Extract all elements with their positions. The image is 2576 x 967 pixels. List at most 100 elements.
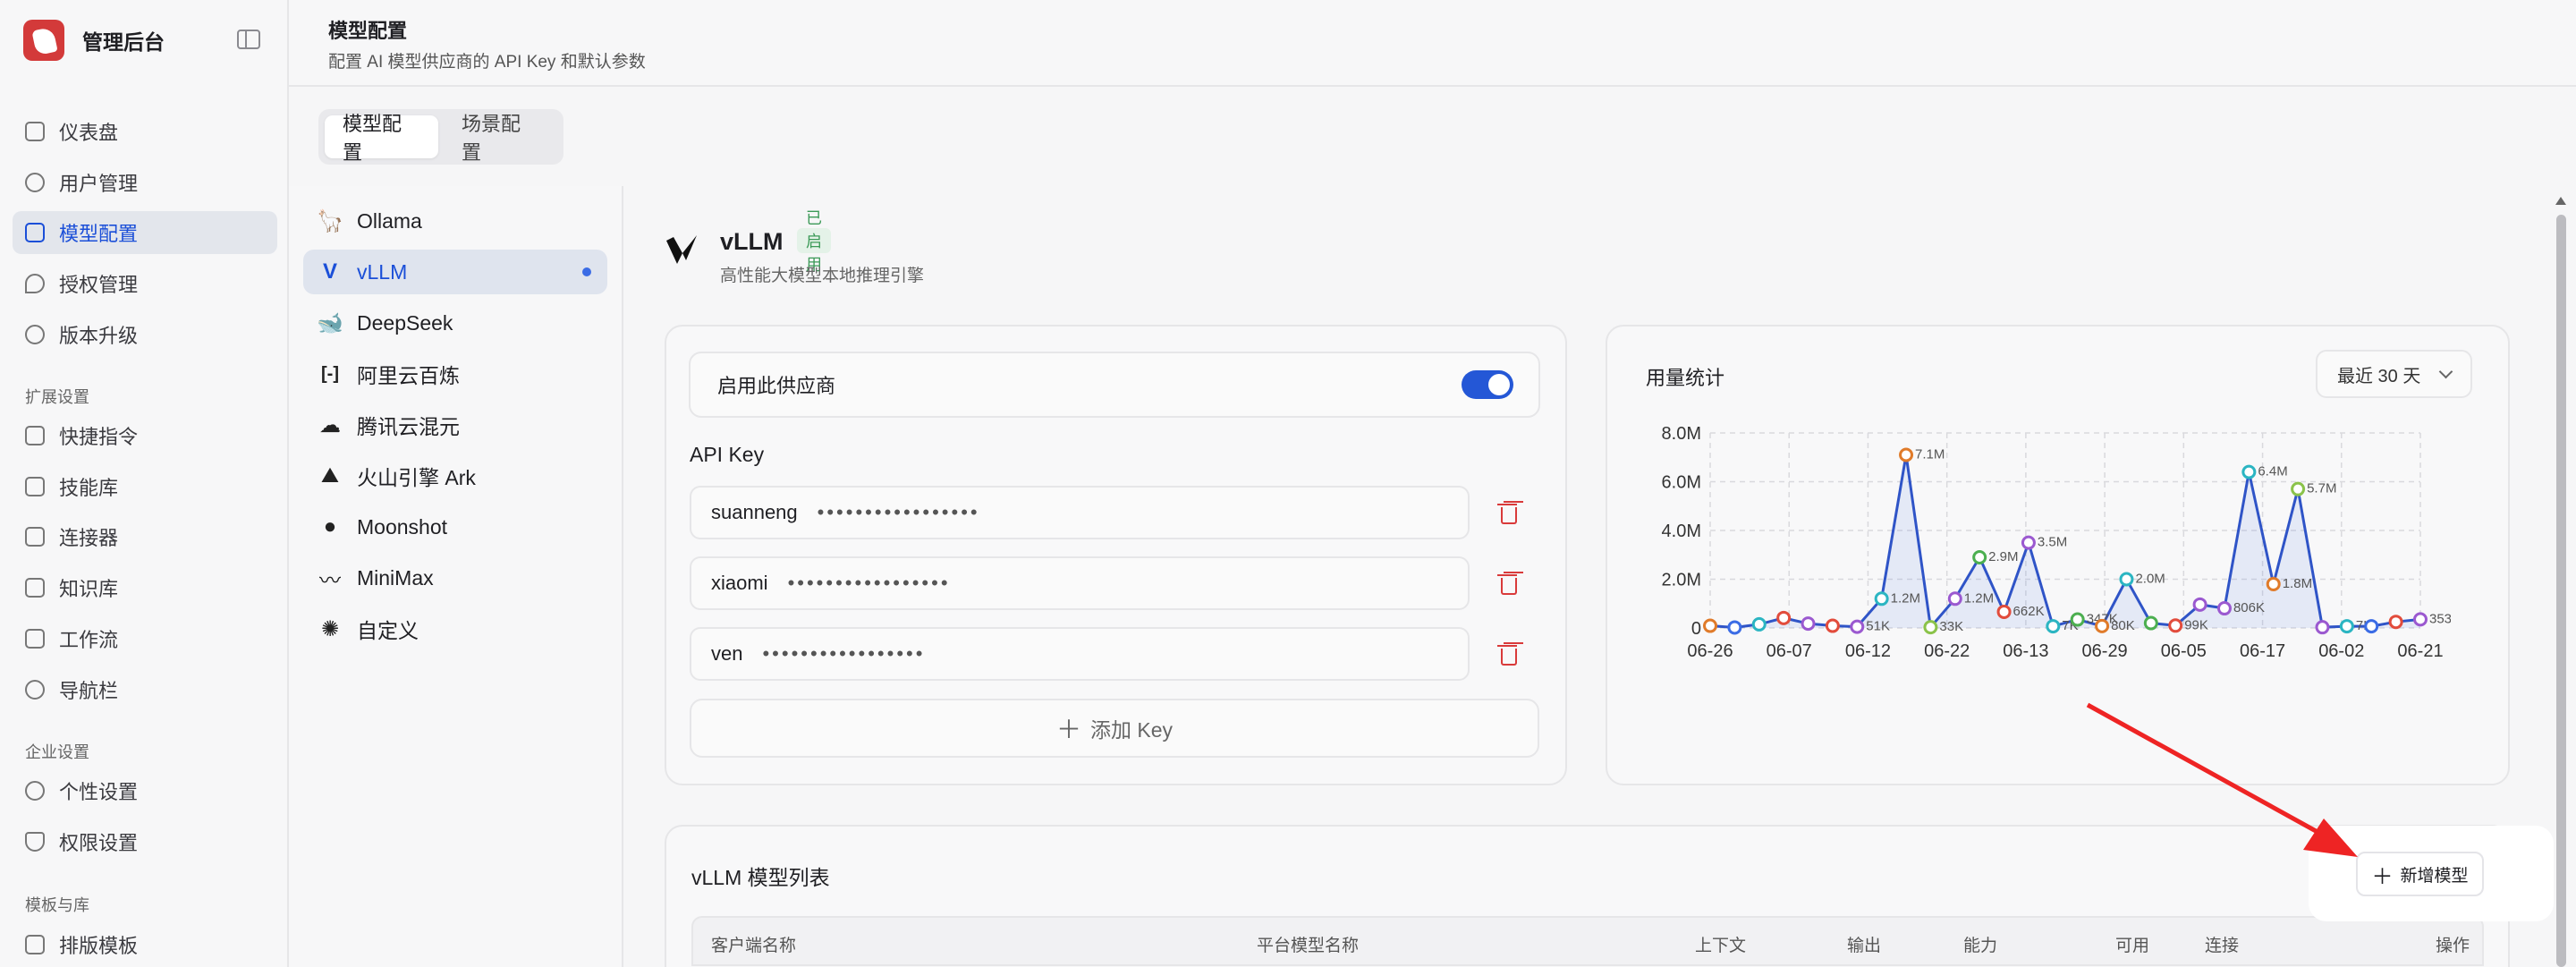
tab-scene-config[interactable]: 场景配置 — [444, 113, 557, 164]
sidebar-item-label: 版本升级 — [59, 325, 139, 347]
sidebar-item-navbar[interactable]: 导航栏 — [13, 668, 277, 711]
app-name: 管理后台 — [82, 30, 165, 54]
dashboard-icon — [25, 122, 45, 141]
data-label: 2.9M — [1988, 549, 2018, 564]
add-key-label: 添加 Key — [1089, 718, 1174, 742]
delete-key-icon[interactable] — [1497, 573, 1517, 595]
data-point — [1801, 616, 1816, 632]
data-label: 3.5M — [2038, 535, 2067, 550]
data-point — [1947, 591, 1962, 606]
y-tick-label: 2.0M — [1662, 571, 1701, 590]
x-tick-label: 06-07 — [1767, 641, 1812, 661]
provider-vllm[interactable]: VvLLM — [303, 250, 607, 294]
data-label: 2.0M — [2135, 572, 2165, 587]
column-header: 输出 — [1847, 937, 1882, 955]
data-label: 5.7M — [2307, 481, 2336, 496]
add-model-label: 新增模型 — [2400, 866, 2469, 886]
data-point — [1972, 549, 1987, 564]
sidebar-item-license[interactable]: 授权管理 — [13, 262, 277, 305]
data-point — [2216, 601, 2232, 616]
data-point — [2095, 618, 2110, 633]
vllm-logo-icon — [666, 235, 697, 264]
provider-minimax[interactable]: 〰 MiniMax — [303, 556, 607, 600]
add-key-button[interactable]: ＋ 添加 Key — [690, 699, 1539, 758]
scrollbar[interactable] — [2555, 195, 2567, 967]
sidebar-item-label: 个性设置 — [59, 781, 139, 803]
y-tick-label: 0 — [1691, 619, 1701, 639]
data-point — [2241, 464, 2257, 479]
data-point — [1825, 618, 1840, 633]
data-label: 1.2M — [1891, 590, 1920, 606]
api-key-row[interactable]: ven ••••••••••••••••• — [690, 627, 1470, 681]
data-label: 51K — [1866, 619, 1890, 634]
data-point — [2413, 612, 2428, 627]
data-point — [2046, 619, 2061, 634]
chip-icon — [25, 223, 45, 242]
delete-key-icon[interactable] — [1497, 502, 1517, 524]
sidebar-item-label: 技能库 — [59, 477, 119, 499]
cloud-icon: ☁ — [319, 412, 341, 437]
sidebar-toggle-icon[interactable] — [237, 30, 260, 49]
provider-aliyun[interactable]: [-] 阿里云百炼 — [303, 352, 607, 396]
enable-provider-switch[interactable] — [1462, 370, 1513, 399]
page-subtitle: 配置 AI 模型供应商的 API Key 和默认参数 — [328, 53, 646, 72]
api-key-row[interactable]: suanneng ••••••••••••••••• — [690, 486, 1470, 539]
column-header: 可用 — [2115, 937, 2150, 955]
sidebar-item-label: 授权管理 — [59, 274, 139, 296]
data-label: 1.8M — [2283, 576, 2312, 591]
app-logo-icon — [23, 20, 64, 61]
sidebar-item-model-config[interactable]: 模型配置 — [13, 211, 277, 254]
sidebar-item-dashboard[interactable]: 仪表盘 — [13, 110, 277, 153]
custom-icon: ✺ — [320, 616, 340, 641]
column-header: 连接 — [2205, 937, 2240, 955]
api-key-name: suanneng — [711, 501, 798, 523]
range-select[interactable]: 最近 30 天 — [2316, 350, 2472, 398]
sidebar-item-skills[interactable]: 技能库 — [13, 465, 277, 508]
delete-key-icon[interactable] — [1497, 643, 1517, 666]
plug-icon — [25, 527, 45, 547]
sidebar-item-shortcuts[interactable]: 快捷指令 — [13, 414, 277, 457]
sidebar-item-users[interactable]: 用户管理 — [13, 161, 277, 204]
data-point — [1874, 591, 1889, 606]
data-point — [2119, 572, 2134, 587]
usage-title: 用量统计 — [1646, 367, 1725, 389]
data-point — [1899, 447, 1914, 462]
users-icon — [25, 173, 45, 192]
data-point — [1996, 604, 2012, 619]
provider-custom[interactable]: ✺ 自定义 — [303, 606, 607, 651]
active-dot — [582, 267, 591, 276]
scrollbar-thumb[interactable] — [2556, 215, 2566, 967]
y-tick-label: 6.0M — [1662, 473, 1701, 493]
tab-bar: 模型配置 场景配置 — [318, 109, 564, 165]
sidebar-item-workflow[interactable]: 工作流 — [13, 617, 277, 660]
provider-ollama[interactable]: 🦙 Ollama — [303, 199, 607, 243]
sidebar-item-label: 用户管理 — [59, 173, 139, 195]
tab-model-config[interactable]: 模型配置 — [325, 113, 438, 164]
sidebar-item-connectors[interactable]: 连接器 — [13, 515, 277, 558]
provider-label: Ollama — [357, 208, 422, 233]
api-key-row[interactable]: xiaomi ••••••••••••••••• — [690, 556, 1470, 610]
status-badge: 已启用 — [797, 209, 831, 274]
key-icon — [25, 274, 45, 293]
page-title: 模型配置 — [328, 20, 408, 42]
layout-icon — [25, 935, 45, 954]
data-label: 33K — [1939, 619, 1963, 634]
data-label: 99K — [2184, 617, 2208, 632]
sidebar-item-permissions[interactable]: 权限设置 — [13, 820, 277, 863]
column-header: 上下文 — [1695, 937, 1747, 955]
provider-description: 高性能大模型本地推理引擎 — [720, 267, 925, 285]
provider-volcano[interactable]: ⛰ 火山引擎 Ark — [303, 454, 607, 498]
sidebar-item-knowledge[interactable]: 知识库 — [13, 566, 277, 609]
x-tick-label: 06-13 — [2003, 641, 2048, 661]
provider-label: 腾讯云混元 — [357, 415, 460, 438]
sidebar-item-label: 快捷指令 — [59, 426, 139, 448]
app-root: 管理后台 仪表盘 用户管理 模型配置 授权管理 版本升级 扩展设置 快捷指令 技… — [0, 0, 2576, 967]
x-tick-label: 06-12 — [1845, 641, 1891, 661]
sidebar-item-personalize[interactable]: 个性设置 — [13, 769, 277, 812]
add-model-button[interactable]: ＋ 新增模型 — [2356, 852, 2484, 896]
sidebar-item-upgrade[interactable]: 版本升级 — [13, 313, 277, 356]
provider-tencent[interactable]: ☁ 腾讯云混元 — [303, 403, 607, 447]
provider-moonshot[interactable]: ● Moonshot — [303, 505, 607, 549]
sidebar-item-layout-templates[interactable]: 排版模板 — [13, 923, 277, 966]
provider-deepseek[interactable]: 🐋 DeepSeek — [303, 301, 607, 345]
